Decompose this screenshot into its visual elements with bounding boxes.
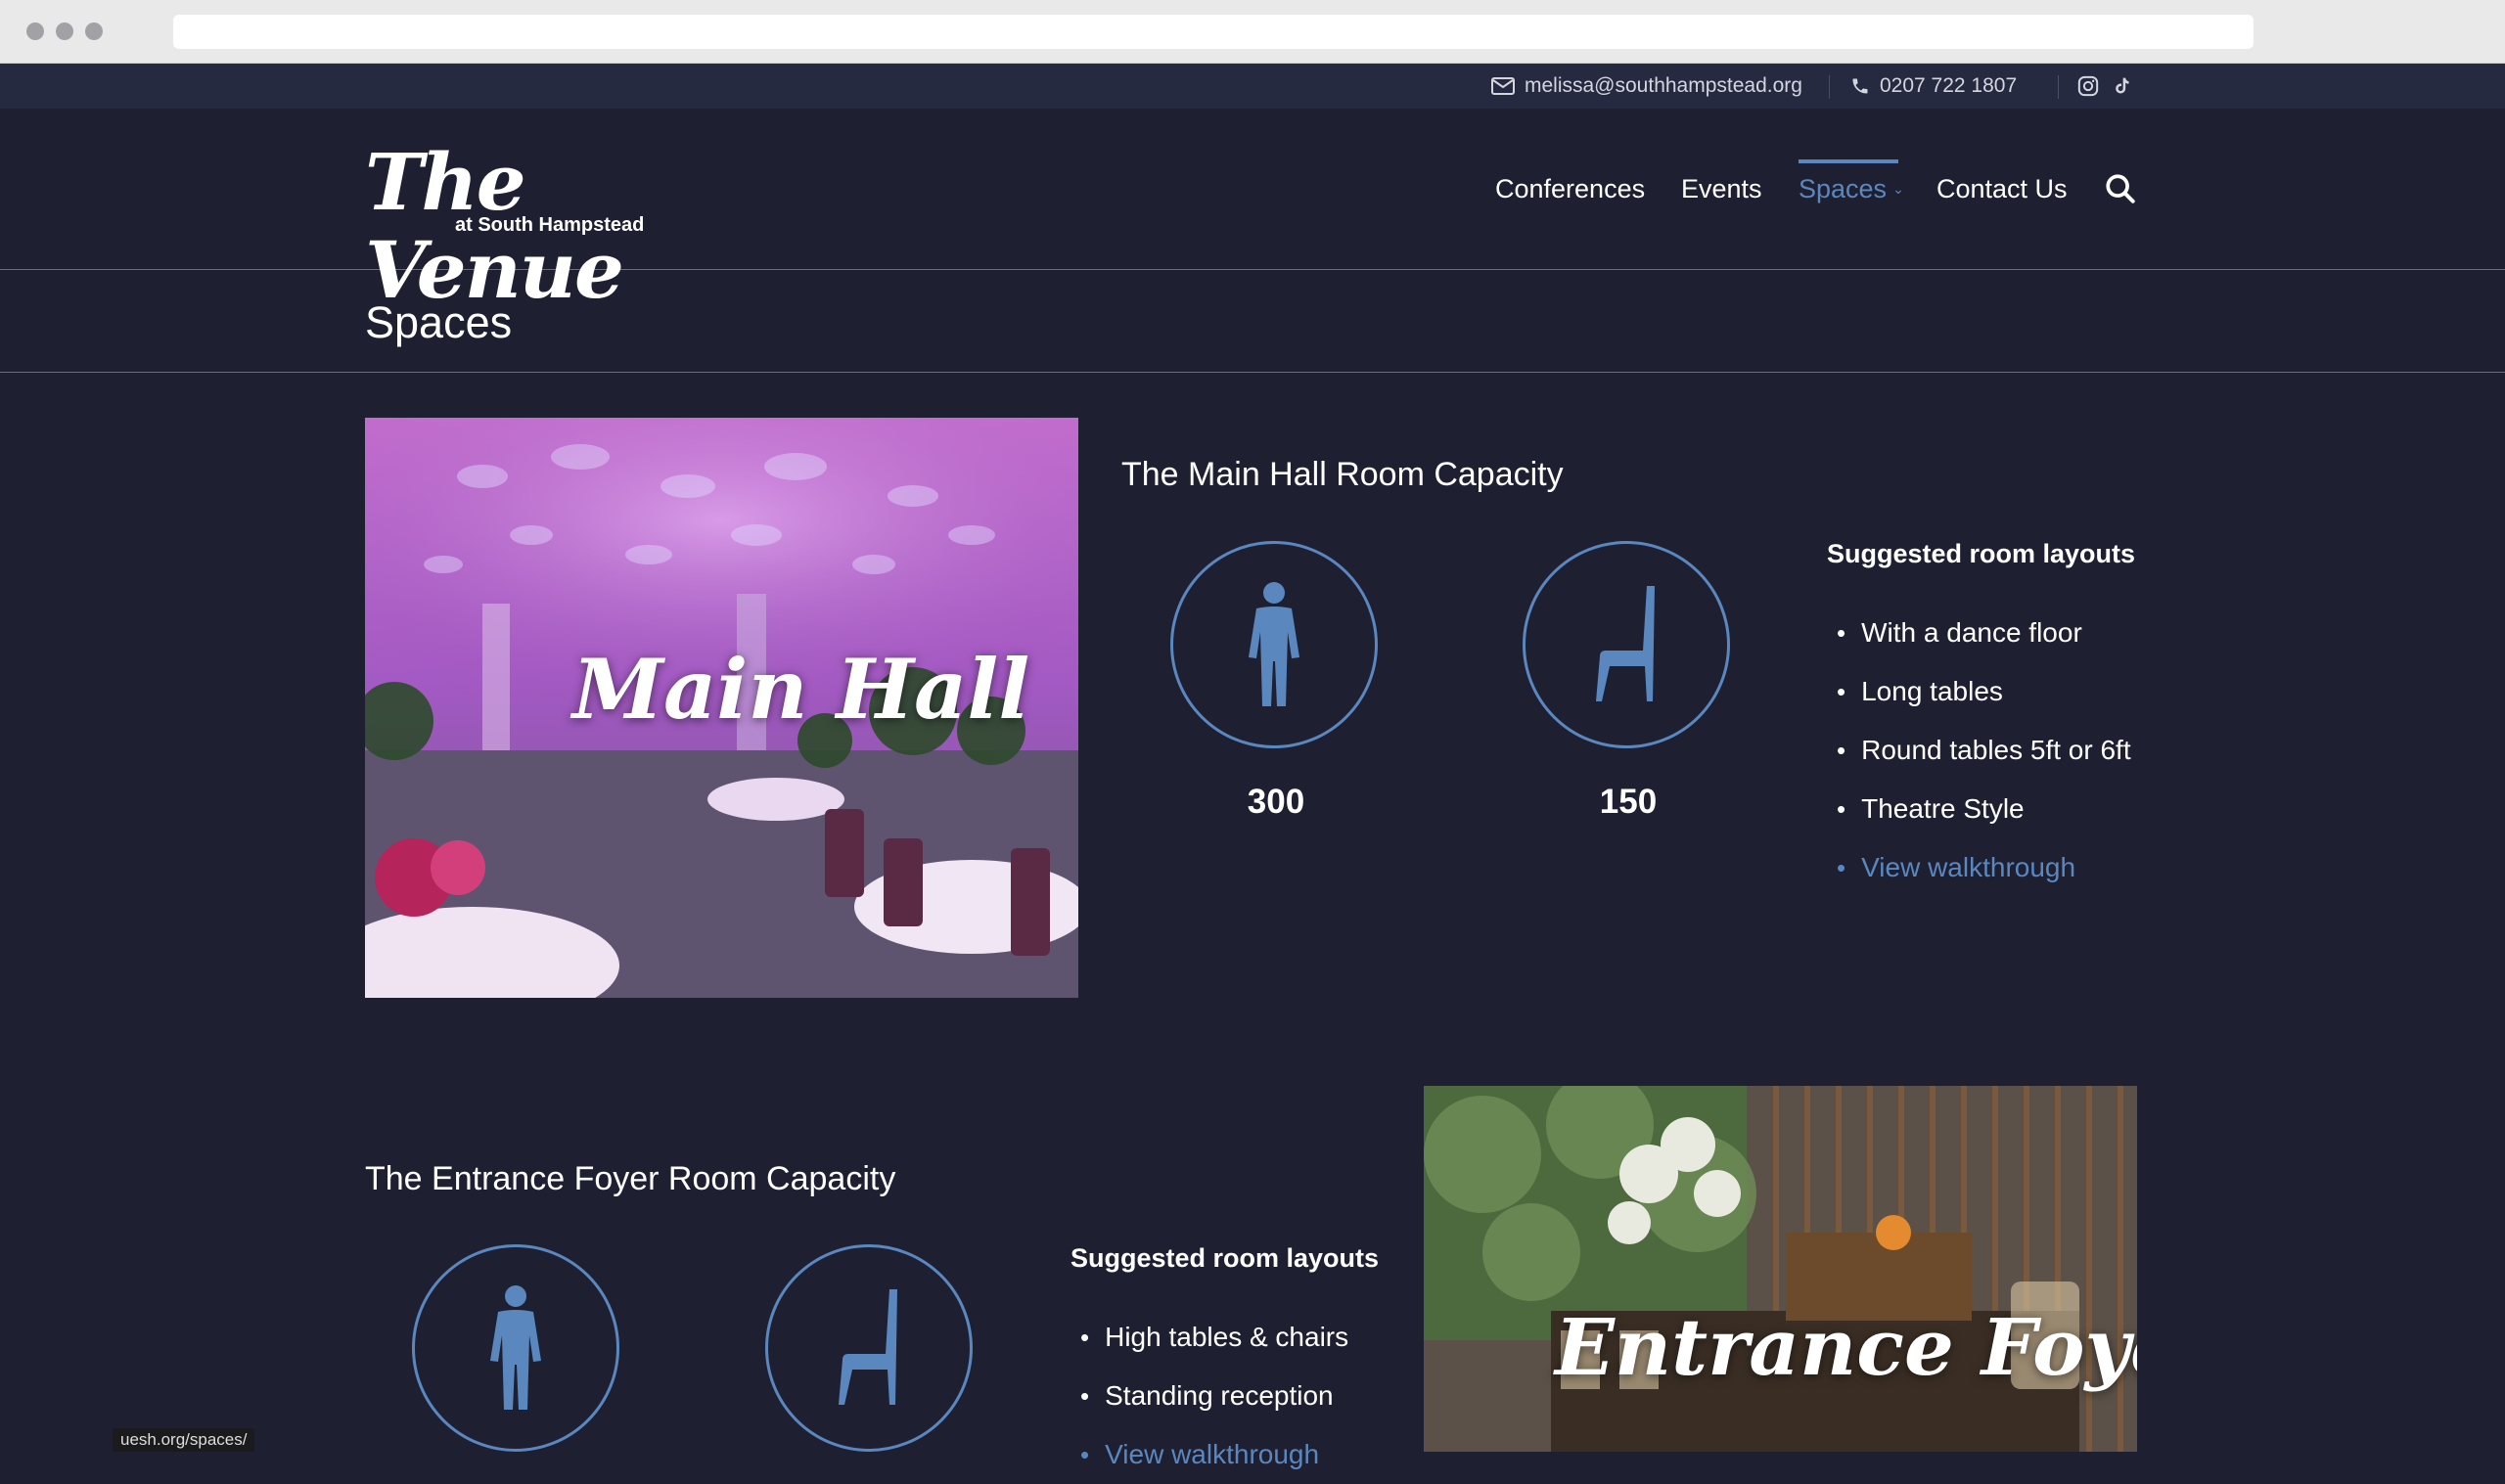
search-button[interactable] <box>2104 109 2137 269</box>
list-item: Round tables 5ft or 6ft <box>1837 721 2131 780</box>
list-item: Long tables <box>1837 662 2131 721</box>
window-close-dot[interactable] <box>26 22 44 40</box>
view-walkthrough-link[interactable]: View walkthrough <box>1837 838 2131 897</box>
chair-icon <box>1596 586 1655 701</box>
chair-icon <box>839 1289 897 1405</box>
chevron-down-icon: ⌄ <box>1892 180 1904 197</box>
phone-icon <box>1852 78 1868 94</box>
page-title-band: Spaces <box>0 270 2505 373</box>
foyer-seated-capacity-circle <box>765 1244 973 1452</box>
page-title: Spaces <box>365 297 513 347</box>
main-hall-image-label: Main Hall <box>572 641 1030 738</box>
email-link[interactable]: melissa@southhampstead.org <box>1491 64 1802 109</box>
entrance-foyer-image[interactable]: Entrance Foyer <box>1424 1086 2137 1452</box>
seated-capacity-circle <box>1523 541 1730 748</box>
view-walkthrough-link[interactable]: View walkthrough <box>1080 1425 1348 1484</box>
site-header: The Venue at South Hampstead Conferences… <box>0 109 2505 314</box>
nav-events[interactable]: Events <box>1681 109 1762 269</box>
list-item: Theatre Style <box>1837 780 2131 838</box>
tiktok-icon <box>2116 77 2129 94</box>
standing-capacity-circle <box>1170 541 1378 748</box>
nav-spaces-label: Spaces <box>1799 173 1888 203</box>
nav-contact-us[interactable]: Contact Us <box>1936 109 2068 269</box>
nav-spaces[interactable]: Spaces ⌄ <box>1799 109 1904 269</box>
phone-text: 0207 722 1807 <box>1880 74 2018 97</box>
browser-chrome <box>0 0 2505 64</box>
foyer-layouts-heading: Suggested room layouts <box>1070 1243 1380 1273</box>
logo-subtitle: at South Hampstead <box>455 214 645 236</box>
search-icon <box>2106 174 2135 203</box>
main-hall-layouts-list: With a dance floor Long tables Round tab… <box>1837 604 2131 897</box>
list-item: With a dance floor <box>1837 604 2131 662</box>
main-hall-heading: The Main Hall Room Capacity <box>1121 456 1564 493</box>
list-item: High tables & chairs <box>1080 1308 1348 1367</box>
status-bar-url: uesh.org/spaces/ <box>113 1428 255 1452</box>
tiktok-link[interactable] <box>2112 64 2141 109</box>
nav-conferences[interactable]: Conferences <box>1495 109 1645 269</box>
contact-bar: melissa@southhampstead.org 0207 722 1807 <box>0 64 2505 109</box>
main-hall-layouts-heading: Suggested room layouts <box>1827 539 2136 568</box>
entrance-foyer-photo <box>1424 1086 2137 1452</box>
instagram-link[interactable] <box>2077 64 2109 109</box>
email-text: melissa@southhampstead.org <box>1525 74 1802 97</box>
instagram-icon <box>2077 75 2099 97</box>
standing-capacity-value: 300 <box>1247 783 1305 821</box>
main-hall-image[interactable]: Main Hall <box>365 418 1078 998</box>
entrance-foyer-image-label: Entrance Foyer <box>1555 1301 2137 1393</box>
person-icon <box>490 1285 541 1410</box>
active-nav-indicator <box>1799 159 1898 163</box>
site-logo[interactable]: The Venue at South Hampstead <box>365 138 688 314</box>
address-bar[interactable] <box>173 15 2254 49</box>
person-icon <box>1249 582 1299 706</box>
seated-capacity-value: 150 <box>1599 783 1658 821</box>
list-item: Standing reception <box>1080 1367 1348 1425</box>
foyer-layouts-list: High tables & chairs Standing reception … <box>1080 1308 1348 1484</box>
divider <box>2058 75 2059 99</box>
window-maximize-dot[interactable] <box>85 22 103 40</box>
divider <box>1829 75 1830 99</box>
mail-icon <box>1491 77 1515 95</box>
window-minimize-dot[interactable] <box>56 22 73 40</box>
phone-link[interactable]: 0207 722 1807 <box>1850 64 2017 109</box>
foyer-standing-capacity-circle <box>412 1244 619 1452</box>
foyer-heading: The Entrance Foyer Room Capacity <box>365 1160 896 1197</box>
